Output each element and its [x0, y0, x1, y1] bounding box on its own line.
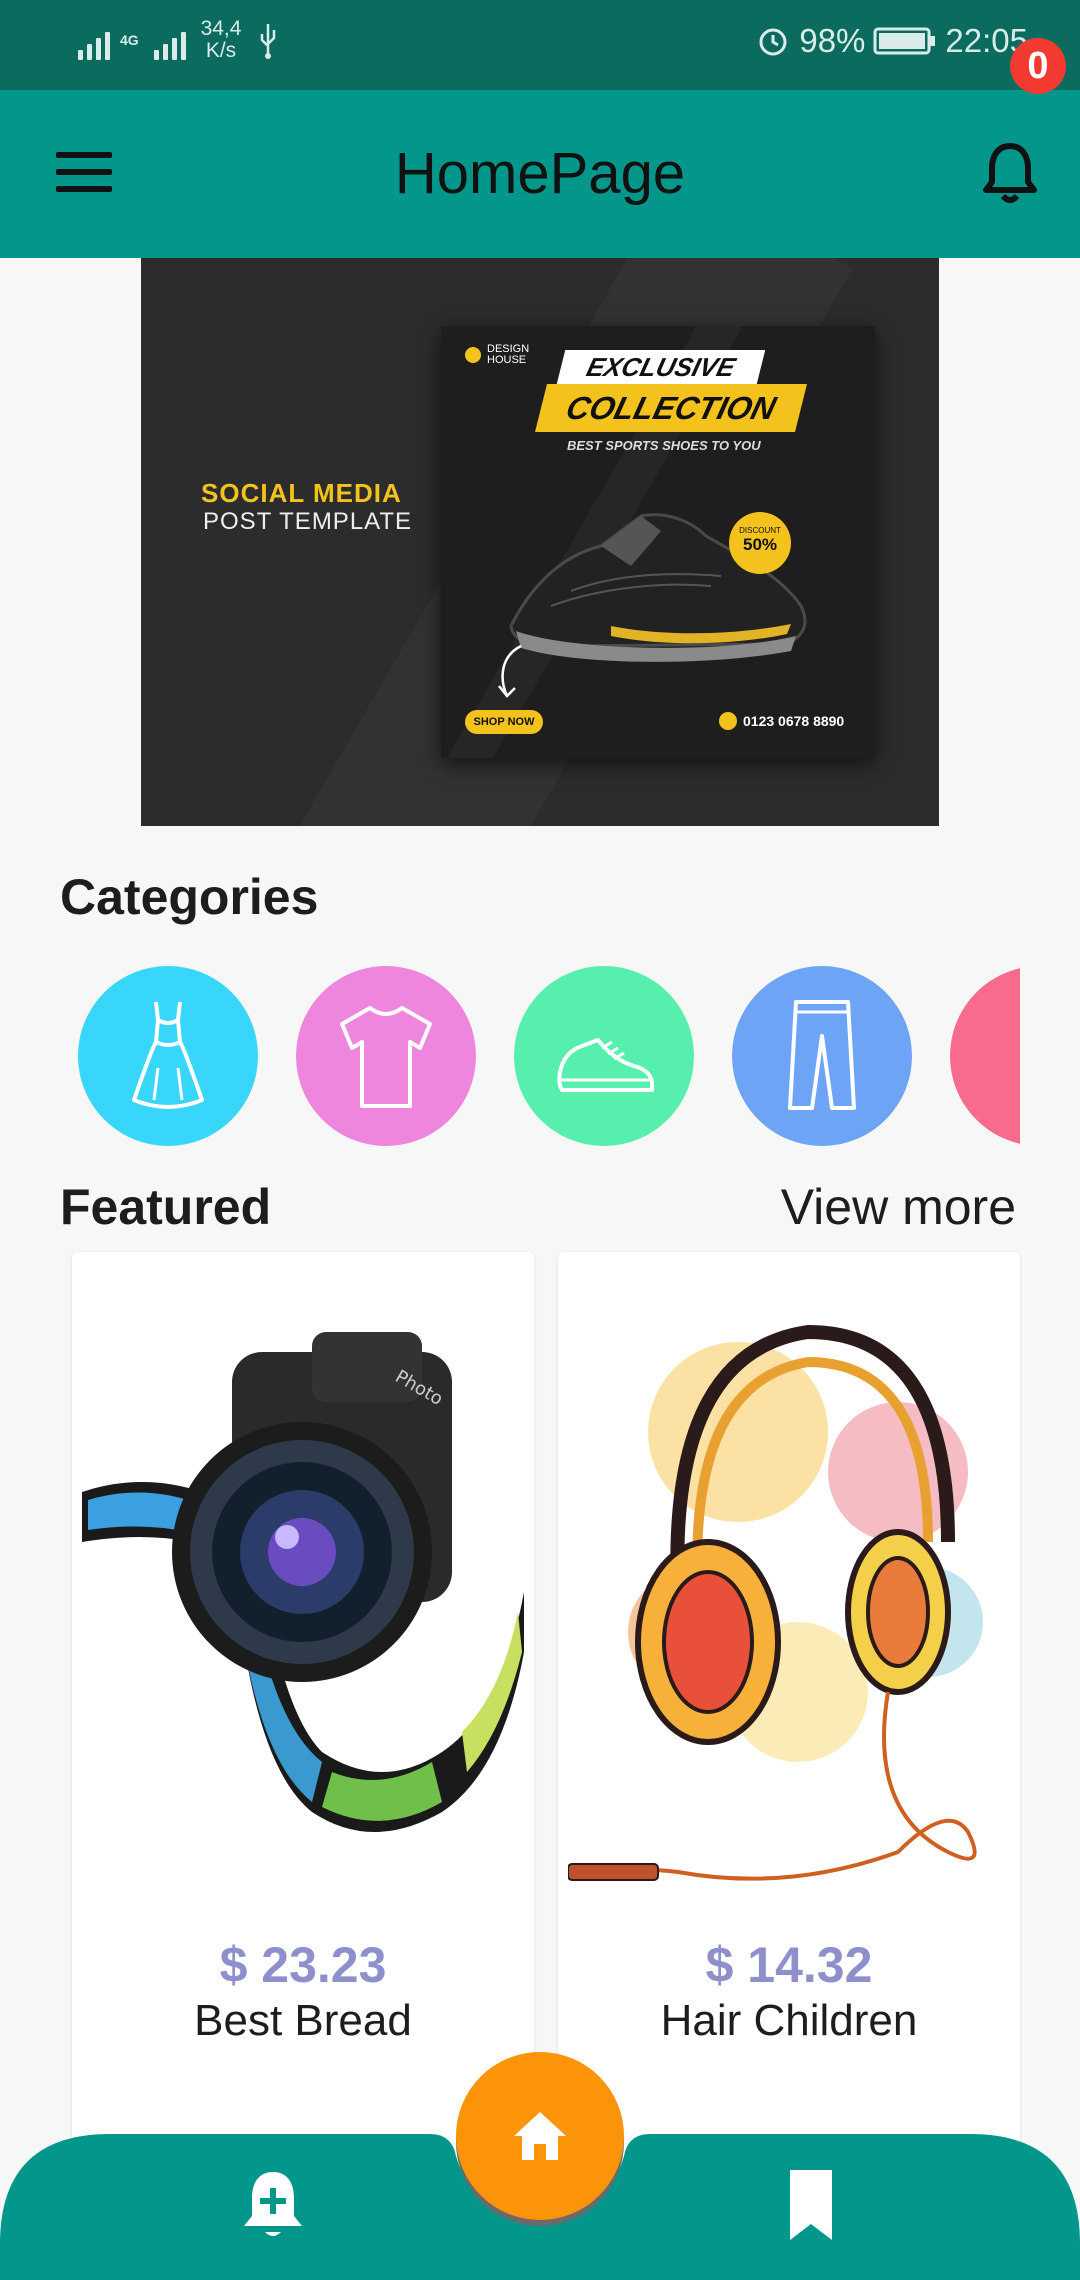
net-speed-unit: K/s [205, 39, 237, 62]
alarm-icon [759, 28, 787, 56]
banner-collection: COLLECTION [535, 384, 807, 432]
add-alert-icon[interactable] [228, 2160, 318, 2250]
signal-icon-2 [154, 20, 186, 60]
arrow-icon [498, 644, 522, 698]
banner-tagline: BEST SPORTS SHOES TO YOU [567, 438, 761, 453]
tshirt-icon [340, 1006, 432, 1108]
page-title: HomePage [394, 141, 686, 206]
net-speed-value: 34,4 [200, 17, 242, 40]
promo-banner[interactable]: SOCIAL MEDIA POST TEMPLATE DESIGN HOUSE … [141, 258, 939, 826]
app-bar: HomePage [0, 90, 1080, 258]
usb-icon [260, 24, 276, 59]
category-dress[interactable] [78, 966, 258, 1146]
banner-exclusive: EXCLUSIVE [556, 350, 766, 384]
tag-icon [990, 996, 1020, 1116]
product-price: $ 14.32 [705, 1937, 873, 1993]
category-pants[interactable] [732, 966, 912, 1146]
pants-icon [788, 1000, 856, 1110]
sneaker-image [509, 513, 807, 662]
status-left: 4G 34,4 K/s [78, 18, 280, 62]
view-more-link[interactable]: View more [781, 1178, 1016, 1236]
home-icon [514, 2112, 566, 2160]
signal-icon [78, 20, 110, 60]
network-type: 4G [120, 31, 139, 48]
product-name: Best Bread [194, 1996, 412, 2045]
headphones-image [568, 1324, 983, 1881]
categories-heading: Categories [60, 869, 319, 925]
battery-icon [873, 27, 936, 55]
banner-line2: POST TEMPLATE [203, 508, 413, 535]
discount-badge: DISCOUNT 50% [729, 512, 791, 574]
banner-card: DESIGN HOUSE EXCLUSIVE COLLECTION BEST S… [441, 326, 875, 758]
brand-logo: DESIGN HOUSE [465, 344, 529, 366]
shop-now-button: SHOP NOW [465, 710, 543, 734]
category-tag[interactable] [950, 966, 1020, 1146]
status-bar: 4G 34,4 K/s 98% 22:05 [0, 0, 1080, 90]
category-tshirt[interactable] [296, 966, 476, 1146]
notification-badge: 0 [1010, 38, 1066, 94]
banner-phone: 0123 0678 8890 [719, 712, 844, 730]
dress-icon [132, 1001, 204, 1109]
categories-list[interactable] [60, 962, 1020, 1152]
product-price: $ 23.23 [219, 1937, 387, 1993]
product-card[interactable]: $ 14.32 Hair Children [558, 1252, 1020, 2252]
sneaker-icon [557, 1038, 654, 1092]
camera-image: Photo [82, 1332, 524, 1832]
battery-percent: 98% [799, 22, 866, 59]
product-name: Hair Children [660, 1996, 918, 2045]
banner-line1: SOCIAL MEDIA [201, 478, 402, 508]
bookmark-icon[interactable] [766, 2160, 856, 2250]
notification-bell-icon[interactable] [980, 138, 1040, 208]
category-shoes[interactable] [514, 966, 694, 1146]
featured-heading: Featured [60, 1179, 272, 1235]
app-screen: { "status_bar": { "net_speed_value": "34… [0, 0, 1080, 2280]
net-speed: 34,4 K/s [196, 18, 246, 62]
status-right: 98% 22:05 [755, 22, 1028, 60]
home-button[interactable] [456, 2052, 624, 2220]
